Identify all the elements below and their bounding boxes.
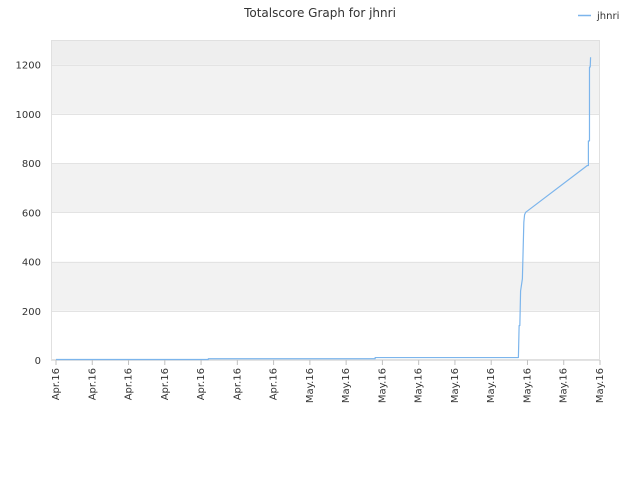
plot-band — [51, 113, 600, 164]
plot-band — [51, 212, 600, 262]
x-tick-label: May.16 — [486, 368, 497, 403]
x-tick-label: Apr.16 — [87, 368, 98, 400]
x-tick-label: May.16 — [522, 368, 533, 403]
chart: 020040060080010001200 Apr.16 Apr.16 Apr.16… — [16, 6, 620, 403]
x-tick-label: May.16 — [377, 368, 388, 403]
y-tick-label: 600 — [22, 208, 41, 219]
x-tick-label: May.16 — [450, 368, 461, 403]
x-tick-label: May.16 — [305, 368, 316, 403]
x-tick-label: Apr.16 — [51, 368, 62, 400]
x-tick-label: Apr.16 — [124, 368, 135, 400]
x-tick-label: Apr.16 — [232, 368, 243, 400]
plot-band — [51, 261, 600, 311]
chart-title: Totalscore Graph for jhnri — [243, 6, 396, 20]
y-tick-label: 0 — [35, 356, 41, 367]
plot-band — [51, 163, 600, 213]
x-tick-label: May.16 — [341, 368, 352, 403]
legend[interactable]: jhnri — [578, 11, 619, 22]
y-tick-label: 400 — [22, 258, 41, 269]
y-tick-label: 800 — [22, 159, 41, 170]
x-tick-label: Apr.16 — [160, 368, 171, 400]
y-axis-ticks: 0 200 400 600 800 1000 1200 — [16, 61, 41, 367]
x-axis-ticks: Apr.16 Apr.16 Apr.16 Apr.16 Apr.16 Apr.16 Apr.… — [51, 360, 606, 403]
x-tick-label: May.16 — [595, 368, 606, 403]
x-tick-label: May.16 — [414, 368, 425, 403]
y-tick-label: 200 — [22, 307, 41, 318]
x-tick-label: Apr.16 — [269, 368, 280, 400]
x-tick-label: Apr.16 — [196, 368, 207, 400]
legend-label-jhnri: jhnri — [596, 11, 619, 22]
y-tick-label: 1200 — [16, 61, 41, 72]
x-tick-label: May.16 — [559, 368, 570, 403]
y-tick-label: 1000 — [16, 110, 41, 121]
plot-band — [51, 310, 600, 360]
plot-band — [51, 40, 600, 65]
plot-band — [51, 64, 600, 114]
